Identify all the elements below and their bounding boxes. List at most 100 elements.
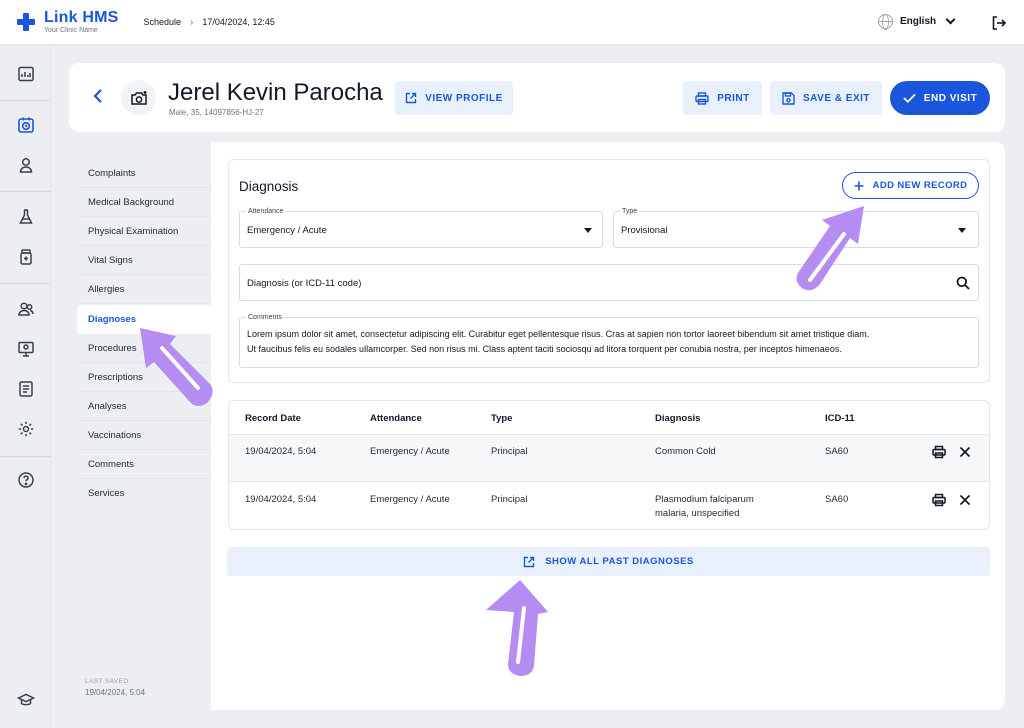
section-nav: Complaints Medical Background Physical E… [69,142,211,710]
clinic-name: Your Clinic Name [44,27,98,34]
nav-physical-examination[interactable]: Physical Examination [77,217,211,246]
nav-services[interactable]: Services [77,479,211,508]
external-link-icon [405,92,417,104]
comments-label: Comments [246,314,284,321]
logout-icon[interactable] [991,15,1007,31]
chevron-down-icon [945,14,956,25]
row-diagnosis-cont: malaria, unspecified [655,508,740,519]
logo-cross-icon [17,13,35,31]
rail-reports[interactable] [0,371,51,407]
nav-vital-signs[interactable]: Vital Signs [77,246,211,275]
row-diagnosis: Common Cold [655,446,716,457]
nav-medical-background[interactable]: Medical Background [77,188,211,217]
dashboard-icon [17,66,34,82]
attendance-select[interactable]: Attendance Emergency / Acute [239,208,603,248]
plus-icon [854,181,864,190]
view-profile-label: VIEW PROFILE [425,92,503,104]
comments-textarea[interactable]: Comments Lorem ipsum dolor sit amet, con… [239,314,979,368]
monitor-icon [17,341,34,357]
row-diagnosis: Plasmodium falciparum [655,494,754,505]
nav-vaccinations[interactable]: Vaccinations [77,421,211,450]
rail-education[interactable] [0,682,51,718]
last-saved-label: LAST SAVED [85,678,129,685]
add-new-record-button[interactable]: ADD NEW RECORD [842,172,979,199]
globe-icon [878,14,893,30]
language-selector[interactable]: English [878,14,956,30]
help-icon [17,472,34,488]
close-icon[interactable] [958,445,972,459]
save-disk-icon [782,91,795,105]
row-date: 19/04/2024, 5:04 [245,494,317,505]
table-row[interactable]: 19/04/2024, 5:04 Emergency / Acute Princ… [229,434,989,482]
top-bar: Link HMS Your Clinic Name Schedule › 17/… [0,0,1024,45]
print-label: PRINT [717,92,750,104]
view-profile-button[interactable]: VIEW PROFILE [395,81,513,115]
person-icon [19,158,32,173]
rail-dashboard[interactable] [0,56,51,92]
nav-allergies[interactable]: Allergies [77,275,211,304]
row-type: Principal [491,494,528,505]
printer-icon [695,91,709,105]
print-button[interactable]: PRINT [683,81,762,115]
graduation-cap-icon [16,693,35,706]
language-label: English [900,16,937,27]
rail-monitor[interactable] [0,331,51,367]
annotation-arrow-show-all [486,580,548,676]
app-logo[interactable]: Link HMS Your Clinic Name [17,10,119,34]
col-attendance: Attendance [370,413,422,424]
nav-complaints[interactable]: Complaints [77,159,211,188]
save-exit-label: SAVE & EXIT [803,92,870,104]
show-all-label: SHOW ALL PAST DIAGNOSES [545,556,694,567]
col-type: Type [491,413,513,424]
breadcrumb-schedule[interactable]: Schedule [144,17,182,27]
last-saved-value: 19/04/2024, 5:04 [85,688,146,697]
col-icd-11: ICD-11 [825,413,855,424]
checkmark-icon [903,93,916,103]
rail-patients[interactable] [0,147,51,183]
table-row[interactable]: 19/04/2024, 5:04 Emergency / Acute Princ… [229,482,989,529]
rail-settings[interactable] [0,411,51,447]
row-date: 19/04/2024, 5:04 [245,446,317,457]
dropdown-caret-icon [958,228,966,233]
rail-help[interactable] [0,462,51,498]
attendance-label: Attendance [246,208,286,215]
rail-staff[interactable] [0,291,51,327]
flask-icon [18,209,33,224]
save-exit-button[interactable]: SAVE & EXIT [770,81,882,115]
calendar-clock-icon [17,117,34,133]
external-link-icon [524,556,535,567]
patient-photo[interactable] [121,80,156,115]
show-all-past-diagnoses-button[interactable]: SHOW ALL PAST DIAGNOSES [227,547,990,576]
rail-pharmacy[interactable] [0,239,51,275]
printer-icon[interactable] [932,493,946,507]
close-icon[interactable] [958,493,972,507]
rail-lab[interactable] [0,199,51,235]
patient-meta: Male, 35, 14097856-HJ-27 [169,108,264,117]
back-arrow-icon[interactable] [91,88,105,104]
diagnosis-title: Diagnosis [239,179,299,194]
app-name: Link HMS [44,9,119,26]
end-visit-button[interactable]: END VISIT [890,81,990,115]
breadcrumb-separator: › [190,16,194,28]
comments-line-1: Lorem ipsum dolor sit amet, consectetur … [247,329,870,339]
gear-icon [18,421,33,437]
patient-name: Jerel Kevin Parocha [168,79,383,106]
icon-rail [0,45,51,728]
dropdown-caret-icon [584,228,592,233]
col-record-date: Record Date [245,413,301,424]
type-label: Type [620,208,640,215]
comments-line-2: Ut faucibus felis eu sodales ullamcorper… [247,344,842,354]
camera-add-icon [130,90,147,105]
diagnoses-table: Record Date Attendance Type Diagnosis IC… [228,400,990,530]
row-attendance: Emergency / Acute [370,446,450,457]
patient-header: Jerel Kevin Parocha Male, 35, 14097856-H… [69,63,1005,132]
col-diagnosis: Diagnosis [655,413,701,424]
end-visit-label: END VISIT [923,92,978,104]
row-icd: SA60 [825,446,849,457]
row-attendance: Emergency / Acute [370,494,450,505]
rail-schedule[interactable] [0,107,51,143]
breadcrumb-current: 17/04/2024, 12:45 [202,17,275,27]
printer-icon[interactable] [932,445,946,459]
nav-comments[interactable]: Comments [77,450,211,479]
users-icon [17,302,34,316]
